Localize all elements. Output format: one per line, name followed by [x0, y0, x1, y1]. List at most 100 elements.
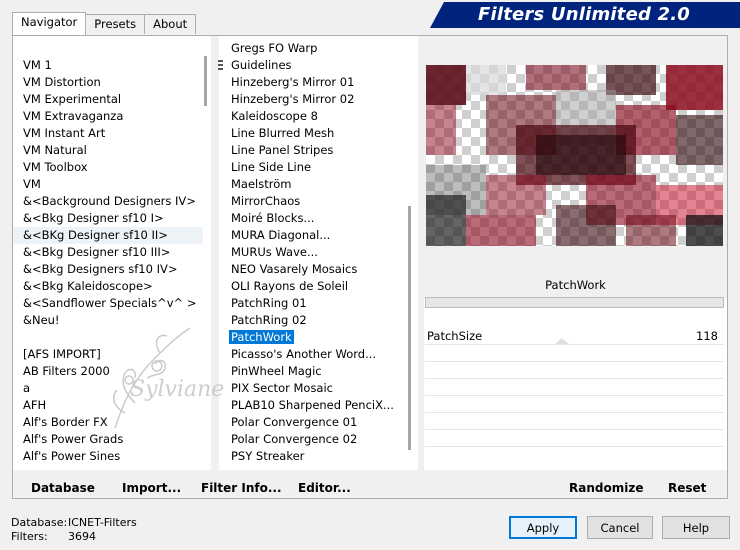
filter-item[interactable]: MURA Diagonal... [219, 227, 404, 244]
filter-item-label: NEO Vasarely Mosaics [231, 262, 358, 276]
filter-item[interactable]: PinWheel Magic [219, 363, 404, 380]
filter-item[interactable]: Gregs FO Warp [219, 40, 404, 57]
category-scroll-thumb[interactable] [204, 56, 207, 106]
filter-item-label: Line Blurred Mesh [231, 126, 335, 140]
filter-item-label: Kaleidoscope 8 [231, 109, 318, 123]
import-button[interactable]: Import... [122, 481, 181, 495]
param-label: PatchSize [427, 329, 483, 343]
category-item[interactable]: &<Bkg Designer sf10 III> [13, 244, 203, 261]
category-scrollbar[interactable] [203, 40, 211, 470]
filter-item[interactable]: Line Panel Stripes [219, 142, 404, 159]
preview-image [426, 65, 723, 246]
filter-item-label: PinWheel Magic [231, 364, 322, 378]
database-button[interactable]: Database [31, 481, 95, 495]
filter-item[interactable]: Picasso's Another Word... [219, 346, 404, 363]
filter-item[interactable]: PIX Sector Mosaic [219, 380, 404, 397]
filter-item-label: PLAB10 Sharpened PenciX... [231, 398, 394, 412]
filter-list[interactable]: Gregs FO Warp Guidelines Hinzeberg's Mirro… [219, 40, 404, 470]
category-item[interactable]: VM Instant Art [13, 125, 203, 142]
category-item[interactable]: &<Sandflower Specials^v^ > [13, 295, 203, 312]
category-item[interactable]: AFH [13, 397, 203, 414]
filter-item[interactable]: NEO Vasarely Mosaics [219, 261, 404, 278]
param-row[interactable]: PatchSize 118 [425, 328, 724, 345]
category-item[interactable]: &Neu! [13, 312, 203, 329]
filter-item[interactable]: Line Side Line [219, 159, 404, 176]
editor-button-label: Editor... [298, 481, 351, 495]
category-item[interactable]: VM 1 [13, 57, 203, 74]
category-item[interactable]: VM Toolbox [13, 159, 203, 176]
database-button-label: Database [31, 481, 95, 495]
slider-marker-icon [555, 338, 569, 344]
category-item[interactable]: &<Bkg Designer sf10 I> [13, 210, 203, 227]
cancel-button[interactable]: Cancel [587, 516, 653, 539]
param-value: 118 [696, 329, 718, 343]
filter-item[interactable]: Guidelines [219, 57, 404, 74]
list-divider [211, 36, 219, 470]
filter-item-label: Gregs FO Warp [231, 41, 318, 55]
filter-item[interactable]: Polar Convergence 02 [219, 431, 404, 448]
filter-scrollbar[interactable] [218, 40, 418, 470]
category-item[interactable]: VM Experimental [13, 91, 203, 108]
category-item[interactable]: AB Filters 2000 [13, 363, 203, 380]
category-item[interactable]: Alf's Border FX [13, 414, 203, 431]
category-item[interactable]: Alf's Power Grads [13, 431, 203, 448]
filter-info-button[interactable]: Filter Info... [201, 481, 282, 495]
filter-item[interactable]: OLI Rayons de Soleil [219, 278, 404, 295]
category-item[interactable]: VM Distortion [13, 74, 203, 91]
filter-item-label: Polar Convergence 01 [231, 415, 358, 429]
category-item[interactable]: [AFS IMPORT] [13, 346, 203, 363]
apply-button[interactable]: Apply [509, 516, 577, 539]
filter-item[interactable]: PLAB10 Sharpened PenciX... [219, 397, 404, 414]
filter-item-label: Maelström [231, 177, 292, 191]
category-item[interactable]: &<Bkg Kaleidoscope> [13, 278, 203, 295]
category-item[interactable]: &<BKg Designer sf10 II> [13, 227, 203, 244]
filter-item-label: PatchRing 01 [231, 296, 307, 310]
filter-item[interactable]: Line Blurred Mesh [219, 125, 404, 142]
filter-item[interactable]: MirrorChaos [219, 193, 404, 210]
filter-item-label: MirrorChaos [231, 194, 301, 208]
patchwork-preview-image [426, 65, 723, 246]
filter-item[interactable]: PatchRing 02 [219, 312, 404, 329]
category-item[interactable]: VM Extravaganza [13, 108, 203, 125]
filter-item[interactable]: Hinzeberg's Mirror 01 [219, 74, 404, 91]
filter-item-label: Guidelines [231, 58, 292, 72]
reset-button[interactable]: Reset [668, 481, 706, 495]
category-item[interactable]: VM Natural [13, 142, 203, 159]
category-item[interactable]: VM [13, 176, 203, 193]
category-item[interactable]: a [13, 380, 203, 397]
filter-item[interactable]: PSY Streaker [219, 448, 404, 465]
filter-item[interactable]: PatchRing 01 [219, 295, 404, 312]
category-list[interactable]: VM 1 VM Distortion VM Experimental VM Extra… [13, 40, 203, 470]
filter-item[interactable]: Moiré Blocks... [219, 210, 404, 227]
database-value: ICNET-Filters [68, 516, 137, 529]
filter-scroll-thumb[interactable] [408, 206, 411, 450]
param-row-empty [425, 396, 724, 413]
filters-label: Filters: [11, 530, 48, 543]
filter-item-label: PSY Streaker [231, 449, 305, 463]
filter-item[interactable]: Polar Convergence 01 [219, 414, 404, 431]
filter-item[interactable]: Hinzeberg's Mirror 02 [219, 91, 404, 108]
apply-button-label: Apply [526, 520, 560, 535]
category-item[interactable] [13, 329, 203, 346]
category-item[interactable]: Alf's Power Sines [13, 448, 203, 465]
app-title: Filters Unlimited 2.0 [477, 4, 691, 25]
tab-navigator[interactable]: Navigator [12, 12, 87, 35]
filter-item[interactable]: Kaleidoscope 8 [219, 108, 404, 125]
filter-item-label: Line Panel Stripes [231, 143, 334, 157]
help-button[interactable]: Help [662, 516, 730, 539]
scroll-grip-icon [218, 60, 223, 70]
randomize-button[interactable]: Randomize [569, 481, 643, 495]
filter-item-label: Polar Convergence 02 [231, 432, 358, 446]
category-item[interactable]: &<Background Designers IV> [13, 193, 203, 210]
filter-item-label: PIX Sector Mosaic [231, 381, 334, 395]
filter-item[interactable]: MURUs Wave... [219, 244, 404, 261]
filters-count: 3694 [68, 530, 96, 543]
tab-about[interactable]: About [144, 14, 197, 34]
filter-item[interactable]: Maelström [219, 176, 404, 193]
filter-item-label: PatchRing 02 [231, 313, 307, 327]
editor-button[interactable]: Editor... [298, 481, 351, 495]
category-item[interactable]: &<Bkg Designers sf10 IV> [13, 261, 203, 278]
param-row-empty [425, 345, 724, 362]
filter-item-selected[interactable]: PatchWork [219, 329, 404, 346]
tab-presets[interactable]: Presets [85, 14, 146, 34]
